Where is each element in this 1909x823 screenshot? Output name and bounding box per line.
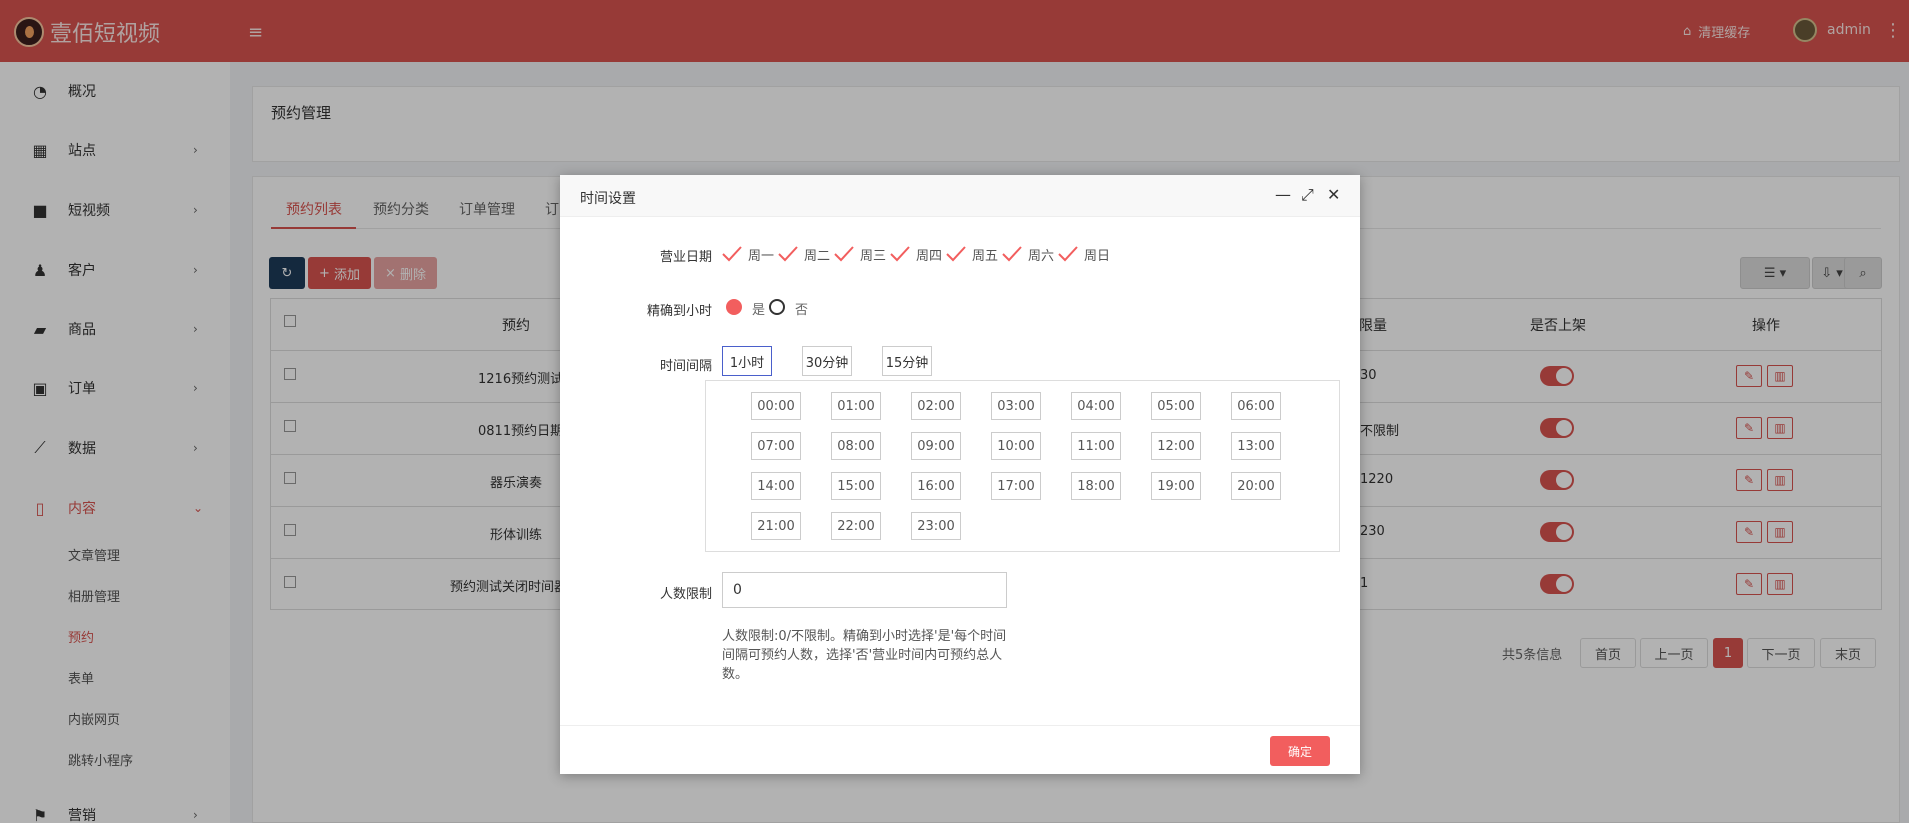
- time-slot[interactable]: 21:00: [751, 512, 801, 540]
- time-slot[interactable]: 07:00: [751, 432, 801, 460]
- hourly-yes-radio[interactable]: [726, 299, 742, 315]
- day-checkbox-1[interactable]: 周二: [778, 244, 830, 264]
- people-limit-hint: 人数限制:0/不限制。精确到小时选择'是'每个时间间隔可预约人数，选择'否'营业…: [722, 629, 1007, 682]
- time-slot[interactable]: 19:00: [1151, 472, 1201, 500]
- people-limit-label: 人数限制: [659, 587, 712, 602]
- people-limit-input[interactable]: 0: [722, 572, 1007, 608]
- checkmark-icon: [834, 246, 854, 262]
- maximize-icon[interactable]: ⤢: [1301, 185, 1314, 205]
- day-label: 周日: [1084, 248, 1111, 264]
- dialog-header: 时间设置 — ⤢ ✕: [560, 175, 1360, 217]
- interval-30m-button[interactable]: 30分钟: [802, 346, 852, 376]
- confirm-button[interactable]: 确定: [1270, 736, 1330, 766]
- time-slot[interactable]: 13:00: [1231, 432, 1281, 460]
- time-slot[interactable]: 05:00: [1151, 392, 1201, 420]
- time-slot[interactable]: 09:00: [911, 432, 961, 460]
- checkmark-icon: [778, 246, 798, 262]
- checkmark-icon: [1058, 246, 1078, 262]
- checkmark-icon: [890, 246, 910, 262]
- time-slot[interactable]: 06:00: [1231, 392, 1281, 420]
- time-slot[interactable]: 01:00: [831, 392, 881, 420]
- day-label: 周四: [916, 248, 943, 264]
- day-checkbox-5[interactable]: 周六: [1002, 244, 1054, 264]
- time-slot[interactable]: 03:00: [991, 392, 1041, 420]
- day-checkbox-3[interactable]: 周四: [890, 244, 942, 264]
- time-slot[interactable]: 12:00: [1151, 432, 1201, 460]
- day-checkbox-4[interactable]: 周五: [946, 244, 998, 264]
- dialog-footer-divider: [560, 725, 1360, 726]
- time-slot[interactable]: 15:00: [831, 472, 881, 500]
- time-slot[interactable]: 20:00: [1231, 472, 1281, 500]
- time-slot[interactable]: 18:00: [1071, 472, 1121, 500]
- checkmark-icon: [1002, 246, 1022, 262]
- day-label: 周五: [972, 248, 999, 264]
- minimize-icon[interactable]: —: [1275, 185, 1291, 204]
- day-checkbox-2[interactable]: 周三: [834, 244, 886, 264]
- time-slot[interactable]: 17:00: [991, 472, 1041, 500]
- day-label: 周一: [748, 248, 775, 264]
- hourly-label: 精确到小时: [646, 304, 712, 319]
- business-days-label: 营业日期: [659, 250, 712, 265]
- hourly-no-label: 否: [795, 303, 809, 318]
- interval-1h-button[interactable]: 1小时: [722, 346, 772, 376]
- day-checkbox-6[interactable]: 周日: [1058, 244, 1110, 264]
- time-slot[interactable]: 22:00: [831, 512, 881, 540]
- time-settings-dialog: 时间设置 — ⤢ ✕ 营业日期 周一 周二 周三 周四 周五 周六 周日 精确到小时 是 否…: [560, 175, 1360, 774]
- dialog-title: 时间设置: [580, 191, 636, 207]
- interval-15m-button[interactable]: 15分钟: [882, 346, 932, 376]
- time-slot[interactable]: 11:00: [1071, 432, 1121, 460]
- time-slot[interactable]: 10:00: [991, 432, 1041, 460]
- time-slot[interactable]: 23:00: [911, 512, 961, 540]
- hourly-yes-label: 是: [752, 303, 766, 318]
- time-slot[interactable]: 08:00: [831, 432, 881, 460]
- day-checkbox-0[interactable]: 周一: [722, 244, 774, 264]
- day-label: 周六: [1028, 248, 1055, 264]
- interval-label: 时间间隔: [659, 359, 712, 374]
- time-slot[interactable]: 00:00: [751, 392, 801, 420]
- time-slot[interactable]: 02:00: [911, 392, 961, 420]
- time-slot[interactable]: 04:00: [1071, 392, 1121, 420]
- time-slot[interactable]: 16:00: [911, 472, 961, 500]
- time-slot[interactable]: 14:00: [751, 472, 801, 500]
- checkmark-icon: [722, 246, 742, 262]
- day-label: 周三: [860, 248, 887, 264]
- close-icon[interactable]: ✕: [1327, 185, 1340, 204]
- checkmark-icon: [946, 246, 966, 262]
- day-label: 周二: [804, 248, 831, 264]
- hourly-no-radio[interactable]: [769, 299, 785, 315]
